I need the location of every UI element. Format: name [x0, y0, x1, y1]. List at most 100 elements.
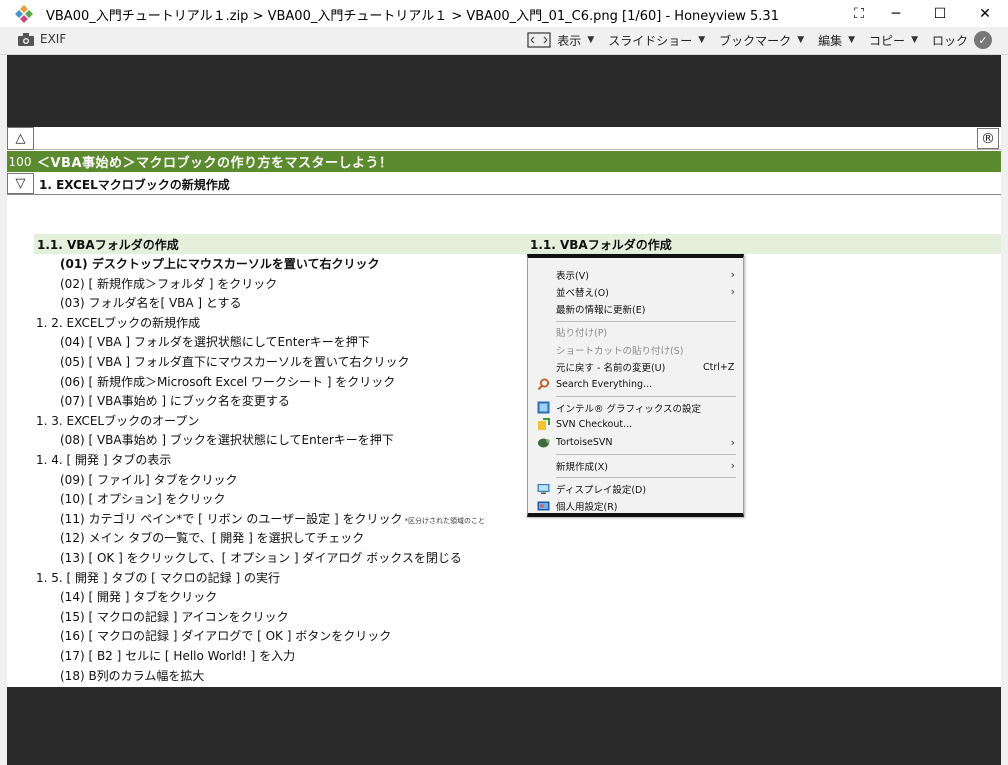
step-text: (15) [ マクロの記録 ] アイコンをクリック — [60, 609, 289, 624]
maximize-button[interactable]: ☐ — [918, 0, 962, 27]
step-item: (13) [ OK ] をクリックして、[ オプション ] ダイアログ ボックス… — [60, 549, 462, 566]
personalize-icon — [537, 500, 550, 513]
step-item: (02) [ 新規作成＞フォルダ ] をクリック — [60, 275, 277, 292]
context-menu-label: 表示(V) — [556, 270, 589, 282]
menu-separator — [556, 396, 736, 398]
step-text: (18) B列のカラム幅を拡大 — [60, 668, 205, 683]
display-menu-label: 表示 — [557, 33, 582, 48]
lock-label: ロック — [931, 33, 968, 48]
menu-separator — [556, 454, 736, 455]
step-text: (09) [ ファイル] タブをクリック — [60, 472, 238, 487]
window-controls: ⛶ ─ ☐ ✕ — [844, 0, 1008, 27]
fit-window-icon — [527, 32, 551, 48]
context-menu-label: 貼り付け(P) — [556, 328, 608, 340]
slideshow-menu[interactable]: スライドショー ▼ — [608, 32, 705, 49]
viewer-frame-left — [0, 55, 7, 765]
context-menu-item[interactable]: 表示(V) › — [528, 266, 743, 283]
step-text: 1. 5. [ 開発 ] タブの [ マクロの記録 ] の実行 — [36, 570, 280, 585]
chevron-right-icon: › — [730, 435, 735, 449]
exif-button[interactable]: EXIF — [18, 32, 66, 46]
step-text: (05) [ VBA ] フォルダ直下にマウスカーソルを置いて右クリック — [60, 355, 410, 369]
context-menu-label: ディスプレイ設定(D) — [556, 484, 647, 496]
subsection-band: 1.1. VBAフォルダの作成 1.1. VBAフォルダの作成 — [34, 234, 1001, 254]
context-menu-label: 並べ替え(O) — [556, 287, 609, 299]
copy-menu-label: コピー — [869, 33, 906, 48]
context-menu-item[interactable]: SVN Checkout... — [528, 416, 743, 433]
bookmark-menu-label: ブックマーク — [719, 33, 792, 48]
context-menu-item[interactable]: 並べ替え(O) › — [528, 283, 743, 300]
viewer-bottom-area — [7, 687, 1001, 765]
copy-menu[interactable]: コピー ▼ — [869, 32, 918, 49]
context-menu-item: ショートカットの貼り付け(S) — [528, 341, 743, 358]
context-menu-label: ショートカットの貼り付け(S) — [556, 345, 684, 357]
display-menu[interactable]: 表示 ▼ — [527, 32, 594, 49]
context-menu-item[interactable]: TortoiseSVN › — [528, 434, 743, 451]
context-menu-item[interactable]: 個人用設定(R) — [528, 498, 743, 515]
step-item: (03) フォルダ名を[ VBA ] とする — [60, 294, 242, 311]
footnote-text: *区分けされた領域のこと — [404, 516, 485, 525]
display-settings-icon — [537, 482, 550, 495]
chapter-number: 100 — [8, 154, 32, 169]
toolbar-menus: 表示 ▼ スライドショー ▼ ブックマーク ▼ 編集 ▼ コピー ▼ ロック ✓ — [513, 31, 992, 49]
context-menu-item: 貼り付け(P) — [528, 324, 743, 341]
chevron-down-icon: ▼ — [797, 35, 805, 45]
step-item: (09) [ ファイル] タブをクリック — [60, 471, 237, 488]
top-row: △ ® — [7, 127, 1001, 150]
step-text: (11) カテゴリ ペイン*で [ リボン のユーザー設定 ] をクリック — [60, 511, 403, 526]
context-menu-label: SVN Checkout... — [556, 419, 633, 431]
bookmark-menu[interactable]: ブックマーク ▼ — [719, 32, 804, 49]
step-item: (10) [ オプション] をクリック — [60, 490, 225, 507]
step-text: 1. 2. EXCELブックの新規作成 — [36, 315, 201, 330]
displayed-image: △ ® 100 ＜VBA事始め＞マクロブックの作り方をマスターしよう！ ▽ 1.… — [7, 127, 1001, 687]
context-menu-item[interactable]: ディスプレイ設定(D) — [528, 480, 743, 497]
window-title: VBA00_入門チュートリアル１.zip > VBA00_入門チュートリアル１ … — [46, 9, 779, 24]
section-title: 1. EXCELマクロブックの新規作成 — [39, 178, 230, 192]
step-item: (05) [ VBA ] フォルダ直下にマウスカーソルを置いて右クリック — [60, 353, 410, 370]
step-text: (03) フォルダ名を[ VBA ] とする — [60, 296, 242, 311]
slideshow-menu-label: スライドショー — [608, 33, 693, 48]
step-item: (17) [ B2 ] セルに [ Hello World! ] を入力 — [60, 647, 295, 664]
context-menu: 表示(V) › 並べ替え(O) › 最新の情報に更新(E) 貼り付け(P) ショートカットの… — [527, 254, 744, 517]
exif-label: EXIF — [40, 32, 67, 46]
title-bar: VBA00_入門チュートリアル１.zip > VBA00_入門チュートリアル１ … — [0, 0, 1008, 27]
viewer-frame-right — [1001, 55, 1008, 765]
section-heading: 1. 2. EXCELブックの新規作成 — [36, 314, 200, 331]
toolbar: EXIF 表示 ▼ スライドショー ▼ ブックマーク ▼ 編集 ▼ コピー ▼ … — [0, 27, 1008, 55]
shortcut-text: Ctrl+Z — [703, 361, 735, 373]
triangle-down-icon: ▽ — [7, 173, 34, 194]
step-text: 1. 3. EXCELブックのオープン — [36, 413, 200, 428]
step-text: (13) [ OK ] をクリックして、[ オプション ] ダイアログ ボックス… — [60, 551, 462, 565]
step-item: (11) カテゴリ ペイン*で [ リボン のユーザー設定 ] をクリック *区分… — [60, 510, 485, 527]
honeyview-app-icon[interactable] — [14, 4, 34, 24]
step-text: (10) [ オプション] をクリック — [60, 492, 226, 507]
menu-separator — [556, 477, 736, 479]
context-menu-label: 元に戻す - 名前の変更(U) — [556, 363, 666, 374]
step-item: (12) メイン タブの一覧で、[ 開発 ] を選択してチェック — [60, 529, 364, 546]
step-item: (07) [ VBA事始め ] にブック名を変更する — [60, 392, 290, 409]
section-heading: 1. 3. EXCELブックのオープン — [36, 412, 199, 429]
chevron-down-icon: ▼ — [848, 35, 856, 45]
step-text: (12) メイン タブの一覧で、[ 開発 ] を選択してチェック — [60, 531, 365, 546]
subsection-heading: 1.1. VBAフォルダの作成 — [37, 238, 179, 252]
context-menu-label: インテル® グラフィックスの設定 — [556, 403, 702, 415]
minimize-button[interactable]: ─ — [874, 0, 918, 27]
context-menu-item[interactable]: Search Everything... — [528, 376, 743, 393]
step-text: (08) [ VBA事始め ] ブックを選択状態にしてEnterキーを押下 — [60, 433, 394, 448]
step-item: (08) [ VBA事始め ] ブックを選択状態にしてEnterキーを押下 — [60, 431, 394, 448]
svn-checkout-icon — [537, 418, 550, 431]
lock-button[interactable]: ロック ✓ — [932, 31, 992, 49]
registered-mark-icon: ® — [977, 128, 999, 149]
context-menu-item[interactable]: 元に戻す - 名前の変更(U) Ctrl+Z — [528, 359, 743, 376]
step-text: (04) [ VBA ] フォルダを選択状態にしてEnterキーを押下 — [60, 335, 370, 350]
section-heading: 1. 5. [ 開発 ] タブの [ マクロの記録 ] の実行 — [36, 569, 280, 586]
fullscreen-icon[interactable]: ⛶ — [844, 0, 874, 27]
check-circle-icon: ✓ — [974, 31, 992, 49]
context-menu-item[interactable]: インテル® グラフィックスの設定 — [528, 399, 743, 416]
context-menu-item[interactable]: 新規作成(X) › — [528, 457, 743, 474]
close-button[interactable]: ✕ — [962, 0, 1008, 27]
step-text: (02) [ 新規作成＞フォルダ ] をクリック — [60, 276, 278, 291]
context-menu-item[interactable]: 最新の情報に更新(E) — [528, 301, 743, 318]
step-item: (15) [ マクロの記録 ] アイコンをクリック — [60, 608, 289, 625]
section-row: ▽ 1. EXCELマクロブックの新規作成 — [7, 173, 1001, 195]
edit-menu[interactable]: 編集 ▼ — [818, 32, 855, 49]
